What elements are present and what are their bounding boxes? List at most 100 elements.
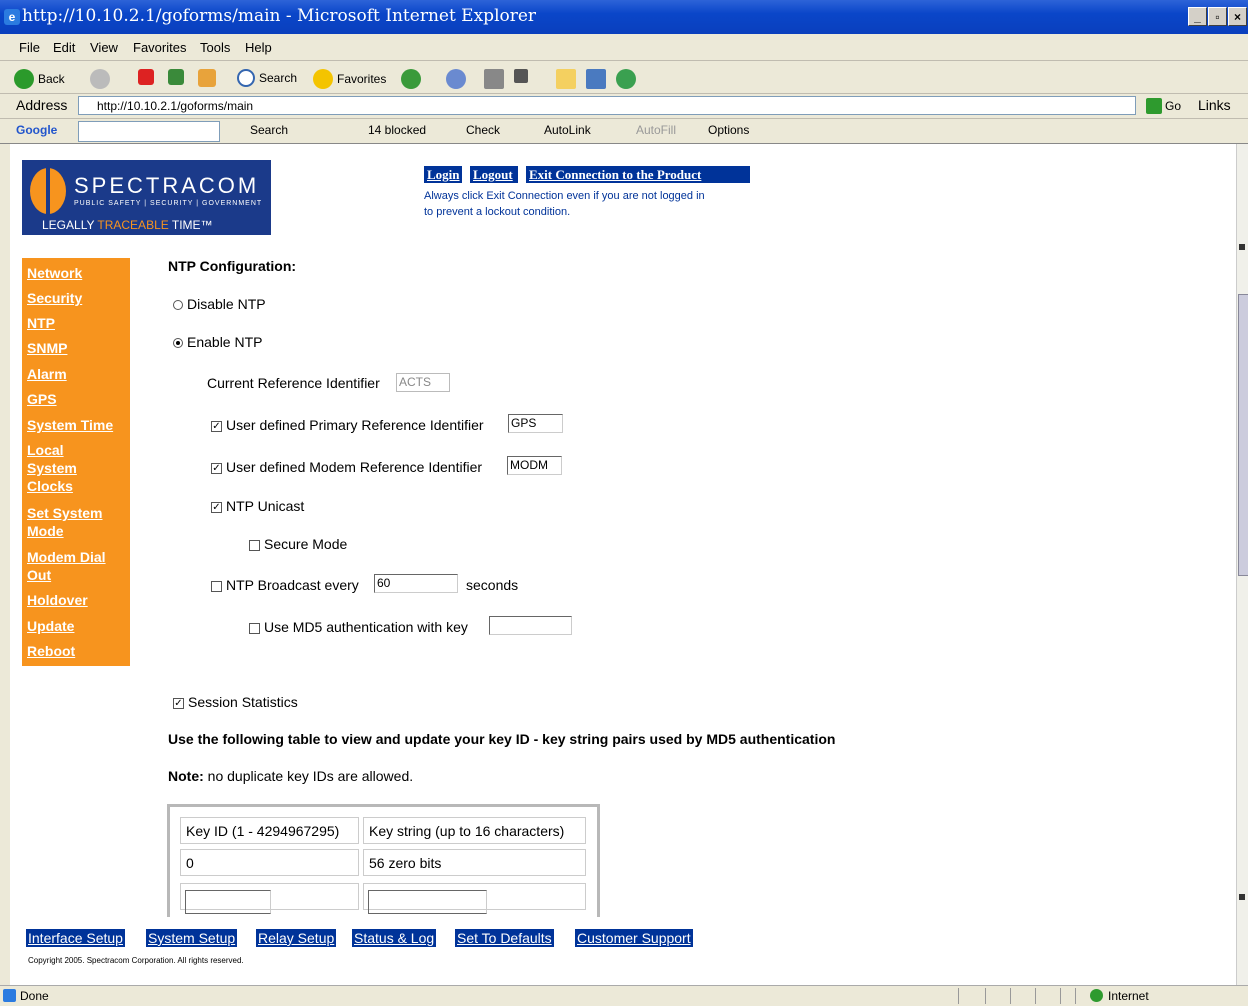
sidebar-item-alarm[interactable]: Alarm [27,365,127,383]
refresh-button[interactable] [168,69,184,85]
close-button[interactable]: × [1228,7,1247,26]
back-arrow-icon [14,69,34,89]
broadcast-interval-field[interactable]: 60 [374,574,458,593]
primary-ref-field[interactable]: GPS [508,414,563,433]
print-button[interactable] [484,69,504,89]
options-button[interactable]: Options [708,123,749,137]
mail-button[interactable] [446,69,466,89]
search-button[interactable]: Search [237,69,297,87]
go-button[interactable]: Go [1165,99,1181,113]
sidebar-item-local-system-clocks[interactable]: Local System Clocks [27,441,97,495]
refresh-icon [168,69,184,85]
menu-favorites[interactable]: Favorites [133,40,186,55]
secure-mode-checkbox[interactable] [249,539,260,551]
sidebar-item-set-system-mode[interactable]: Set System Mode [27,504,123,540]
primary-ref-checkbox[interactable]: ✓ [211,420,222,432]
sidebar-item-gps[interactable]: GPS [27,390,127,408]
sidebar-item-security[interactable]: Security [27,289,127,307]
exit-connection-link[interactable]: Exit Connection to the Product [526,166,750,183]
messenger-button[interactable] [616,69,636,89]
ntp-unicast-option[interactable]: ✓ NTP Unicast [211,498,304,514]
session-stats-checkbox[interactable]: ✓ [173,697,184,709]
login-link[interactable]: Login [424,166,462,183]
status-divider [1075,988,1076,1004]
modem-ref-field[interactable]: MODM [507,456,562,475]
sidebar-item-network[interactable]: Network [27,264,127,282]
popup-blocked-button[interactable]: 14 blocked [368,123,426,137]
system-setup-link[interactable]: System Setup [146,929,238,947]
ntp-unicast-checkbox[interactable]: ✓ [211,501,222,513]
favorites-button[interactable]: Favorites [313,69,386,89]
scroll-down-arrow-icon[interactable] [1239,894,1245,900]
relay-setup-link[interactable]: Relay Setup [256,929,337,947]
sidebar-nav: Network Security NTP SNMP Alarm GPS Syst… [22,258,130,666]
links-button[interactable]: Links [1198,97,1231,113]
spectracom-logo: SPECTRACOM PUBLIC SAFETY | SECURITY | GO… [22,160,271,235]
google-toolbar: Google Search 14 blocked Check AutoLink … [0,119,1248,144]
ie-icon: e [4,9,20,25]
folder-button[interactable] [556,69,576,89]
logout-link[interactable]: Logout [470,166,518,183]
sidebar-item-system-time[interactable]: System Time [27,416,127,434]
star-icon [313,69,333,89]
menu-bar: File Edit View Favorites Tools Help [0,34,1248,61]
menu-file[interactable]: File [19,40,40,55]
interface-setup-link[interactable]: Interface Setup [26,929,125,947]
ntp-broadcast-option[interactable]: NTP Broadcast every [211,577,359,593]
status-divider [985,988,986,1004]
google-search-button[interactable]: Search [250,123,288,137]
md5-option[interactable]: Use MD5 authentication with key [249,619,468,635]
address-input[interactable]: http://10.10.2.1/goforms/main [78,96,1136,115]
customer-support-link[interactable]: Customer Support [575,929,693,947]
print-icon [484,69,504,89]
spell-check-button[interactable]: Check [466,123,500,137]
md5-key-field[interactable] [489,616,572,635]
sidebar-item-modem-dial-out[interactable]: Modem Dial Out [27,548,127,584]
vertical-scrollbar[interactable] [1236,144,1248,985]
new-key-string-input[interactable] [368,890,487,914]
status-text: Done [20,989,49,1003]
autolink-button[interactable]: AutoLink [544,123,591,137]
scroll-thumb[interactable] [1238,294,1248,576]
autofill-button[interactable]: AutoFill [636,123,676,137]
history-button[interactable] [401,69,421,89]
sidebar-item-reboot[interactable]: Reboot [27,642,127,660]
disable-ntp-radio[interactable] [173,300,183,311]
edit-button[interactable] [514,69,528,83]
scroll-up-arrow-icon[interactable] [1239,244,1245,250]
sidebar-item-ntp[interactable]: NTP [27,314,127,332]
stop-button[interactable] [138,69,154,85]
set-to-defaults-link[interactable]: Set To Defaults [455,929,554,947]
sidebar-item-update[interactable]: Update [27,617,127,635]
modem-ref-option[interactable]: ✓ User defined Modem Reference Identifier [211,459,482,475]
minimize-button[interactable]: _ [1188,7,1207,26]
research-button[interactable] [586,69,606,89]
enable-ntp-radio[interactable] [173,338,183,349]
status-log-link[interactable]: Status & Log [352,929,437,947]
menu-tools[interactable]: Tools [200,40,230,55]
primary-ref-option[interactable]: ✓ User defined Primary Reference Identifi… [211,417,484,433]
menu-edit[interactable]: Edit [53,40,75,55]
back-button[interactable]: Back [14,69,65,89]
google-search-input[interactable] [78,121,220,142]
new-key-id-input[interactable] [185,890,271,914]
google-logo[interactable]: Google [16,123,57,137]
status-divider [1035,988,1036,1004]
edit-icon [514,69,528,83]
sidebar-item-snmp[interactable]: SNMP [27,339,127,357]
forward-button[interactable] [90,69,110,89]
sidebar-item-holdover[interactable]: Holdover [27,591,127,609]
menu-view[interactable]: View [90,40,118,55]
maximize-button[interactable]: ▫ [1208,7,1227,26]
enable-ntp-option[interactable]: Enable NTP [173,334,262,350]
disable-ntp-option[interactable]: Disable NTP [173,296,266,312]
modem-ref-checkbox[interactable]: ✓ [211,462,222,474]
home-button[interactable] [198,69,216,87]
md5-checkbox[interactable] [249,622,260,634]
home-icon [198,69,216,87]
secure-mode-option[interactable]: Secure Mode [249,536,347,552]
ntp-broadcast-checkbox[interactable] [211,580,222,592]
go-arrow-icon[interactable] [1146,98,1162,114]
session-stats-option[interactable]: ✓ Session Statistics [173,694,298,710]
menu-help[interactable]: Help [245,40,272,55]
